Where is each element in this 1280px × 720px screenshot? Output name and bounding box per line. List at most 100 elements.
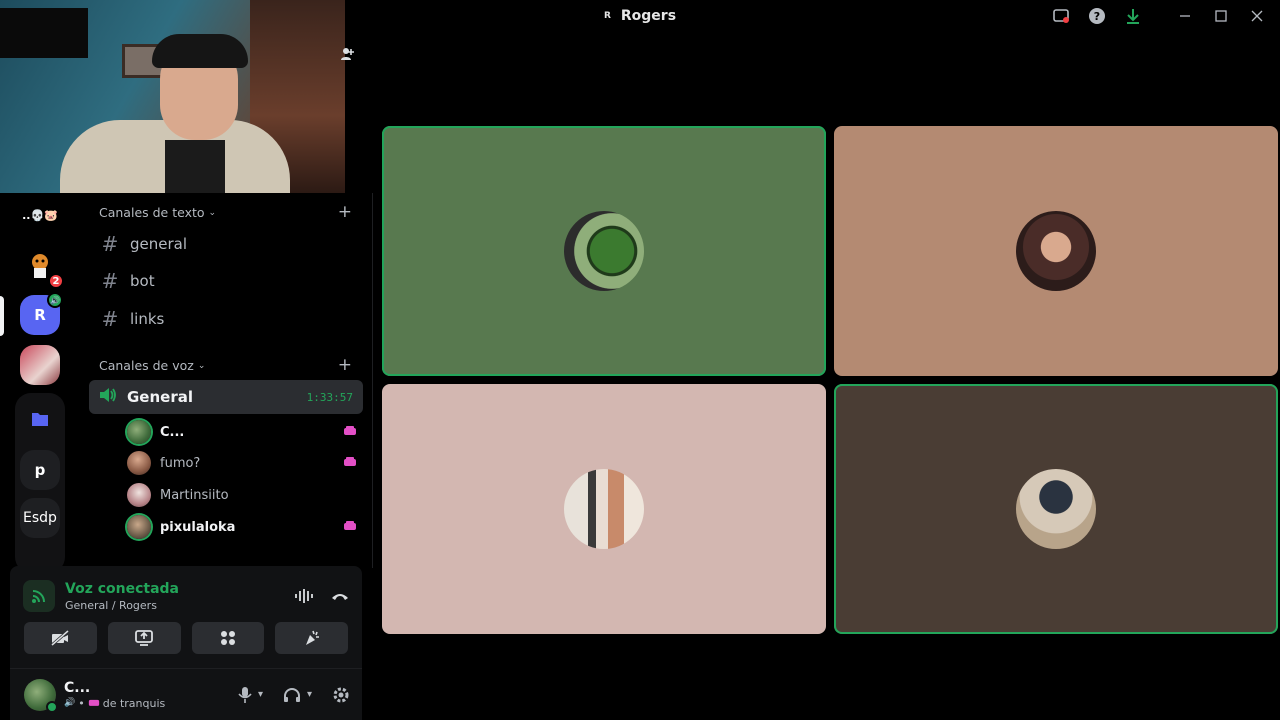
video-tile-4[interactable]: [834, 384, 1278, 634]
online-status-icon: [46, 700, 58, 713]
member-name: Martinsiito: [160, 487, 229, 503]
voice-member[interactable]: C...: [127, 418, 357, 446]
channel-links[interactable]: # links: [100, 304, 360, 334]
help-icon[interactable]: ?: [1088, 7, 1106, 25]
voice-member[interactable]: pixulaloka: [127, 513, 357, 541]
member-name: pixulaloka: [160, 519, 236, 535]
minimize-icon[interactable]: [1176, 7, 1194, 25]
svg-text:?: ?: [1094, 10, 1100, 23]
video-tile-3[interactable]: [382, 384, 826, 634]
channel-bot[interactable]: # bot: [100, 266, 360, 296]
mention-badge: 2: [48, 273, 64, 289]
text-category[interactable]: Canales de texto ⌄: [99, 205, 216, 220]
headphones-control[interactable]: ▾: [283, 687, 312, 703]
voice-actions-row: [24, 622, 348, 654]
settings-button[interactable]: [332, 686, 350, 704]
webcam-person-headphones: [152, 34, 248, 68]
server-esdp[interactable]: Esdp: [20, 498, 60, 538]
user-name: C...: [64, 679, 91, 696]
avatar: [127, 483, 151, 507]
server-esdp-label: Esdp: [23, 510, 57, 526]
activity-icon: [343, 425, 357, 439]
server-p-label: p: [34, 461, 46, 479]
add-voice-channel-icon[interactable]: +: [338, 355, 352, 375]
channel-name: links: [130, 310, 165, 328]
window-title: Rogers: [620, 8, 677, 24]
avatar: [127, 451, 151, 475]
chevron-down-icon: ▾: [257, 689, 263, 700]
chevron-down-icon: ⌄: [197, 360, 206, 371]
webcam-person-shirt: [165, 140, 225, 193]
user-area: C... 🔊 • de tranquis ▾ ▾: [10, 668, 362, 720]
avatar: [1016, 211, 1096, 291]
avatar: [1016, 469, 1096, 549]
voice-user-panel: Voz conectada General / Rogers C... 🔊 • …: [10, 566, 362, 720]
maximize-icon[interactable]: [1212, 7, 1230, 25]
disconnect-icon[interactable]: [327, 583, 353, 609]
server-rail: ..💀🐷 2 R 🔊 p Esdp: [0, 193, 80, 573]
user-info[interactable]: C... 🔊 • de tranquis: [64, 680, 230, 710]
voice-timer: 1:33:57: [306, 390, 353, 404]
channel-name: bot: [130, 272, 155, 290]
soundboard-button[interactable]: [275, 622, 348, 654]
hash-icon: #: [101, 307, 119, 331]
server-p[interactable]: p: [20, 450, 60, 490]
voice-channel-general[interactable]: General 1:33:57: [89, 380, 363, 414]
add-text-channel-icon[interactable]: +: [338, 202, 352, 222]
dot-separator: •: [78, 696, 85, 710]
screen-share-button[interactable]: [107, 622, 181, 654]
webcam-tv: [0, 8, 88, 58]
title-bar-controls: ?: [1052, 0, 1266, 32]
user-avatar[interactable]: [24, 678, 58, 713]
server-rogers[interactable]: R 🔊: [20, 292, 63, 335]
server-mini-icon: R: [603, 11, 611, 21]
camera-off-button[interactable]: [24, 622, 97, 654]
add-member-icon[interactable]: [340, 46, 354, 66]
avatar: [564, 469, 644, 549]
voice-member[interactable]: fumo?: [127, 449, 357, 477]
voice-location: General / Rogers: [65, 598, 157, 612]
app-window: R Rogers ? ..💀🐷 2 R 🔊 p Esdp Canales de …: [0, 0, 1280, 720]
channel-list: Canales de texto ⌄ + # general # bot # l…: [80, 193, 373, 568]
chevron-down-icon: ⌄: [208, 207, 217, 218]
activity-icon: [343, 520, 357, 534]
microphone-control[interactable]: ▾: [238, 686, 263, 704]
camera-off-icon: [51, 630, 70, 646]
signal-icon[interactable]: [23, 580, 55, 612]
video-tile-2[interactable]: [834, 126, 1278, 376]
server-folder-skulls[interactable]: ..💀🐷: [17, 195, 63, 235]
activity-icon: [88, 697, 100, 710]
voice-channel-name: General: [127, 388, 193, 406]
gear-icon: [333, 687, 349, 702]
member-name: C...: [160, 424, 185, 440]
close-icon[interactable]: [1248, 7, 1266, 25]
speaker-icon: [99, 387, 117, 407]
webcam-overlay: [0, 0, 345, 193]
avatar: [127, 515, 151, 539]
folder-icon: [32, 413, 48, 426]
server-folder[interactable]: [20, 399, 60, 439]
server-rogers-initial: R: [34, 306, 46, 324]
video-tile-1[interactable]: [382, 126, 826, 376]
voice-status: Voz conectada: [65, 580, 179, 597]
avatar: [564, 211, 644, 291]
voice-connection-info[interactable]: Voz conectada General / Rogers: [65, 581, 281, 612]
download-icon[interactable]: [1124, 7, 1142, 25]
server-image[interactable]: [20, 345, 60, 385]
voice-category[interactable]: Canales de voz ⌄: [99, 358, 205, 373]
noise-suppression-icon[interactable]: [291, 583, 317, 609]
voice-member[interactable]: Martinsiito: [127, 481, 357, 509]
user-status-text: de tranquis: [102, 696, 166, 710]
activities-icon: [220, 631, 235, 645]
activities-button[interactable]: [191, 622, 265, 654]
window-title-group: R Rogers: [604, 8, 676, 24]
speaker-icon: 🔊: [64, 698, 76, 708]
active-server-pill: [0, 296, 4, 336]
chevron-down-icon: ▾: [306, 689, 312, 700]
voice-category-label: Canales de voz: [99, 358, 194, 373]
server-tiger[interactable]: 2: [20, 245, 64, 289]
inbox-icon[interactable]: [1052, 7, 1070, 25]
hash-icon: #: [101, 232, 119, 256]
channel-general[interactable]: # general: [100, 229, 360, 259]
hash-icon: #: [101, 269, 119, 293]
